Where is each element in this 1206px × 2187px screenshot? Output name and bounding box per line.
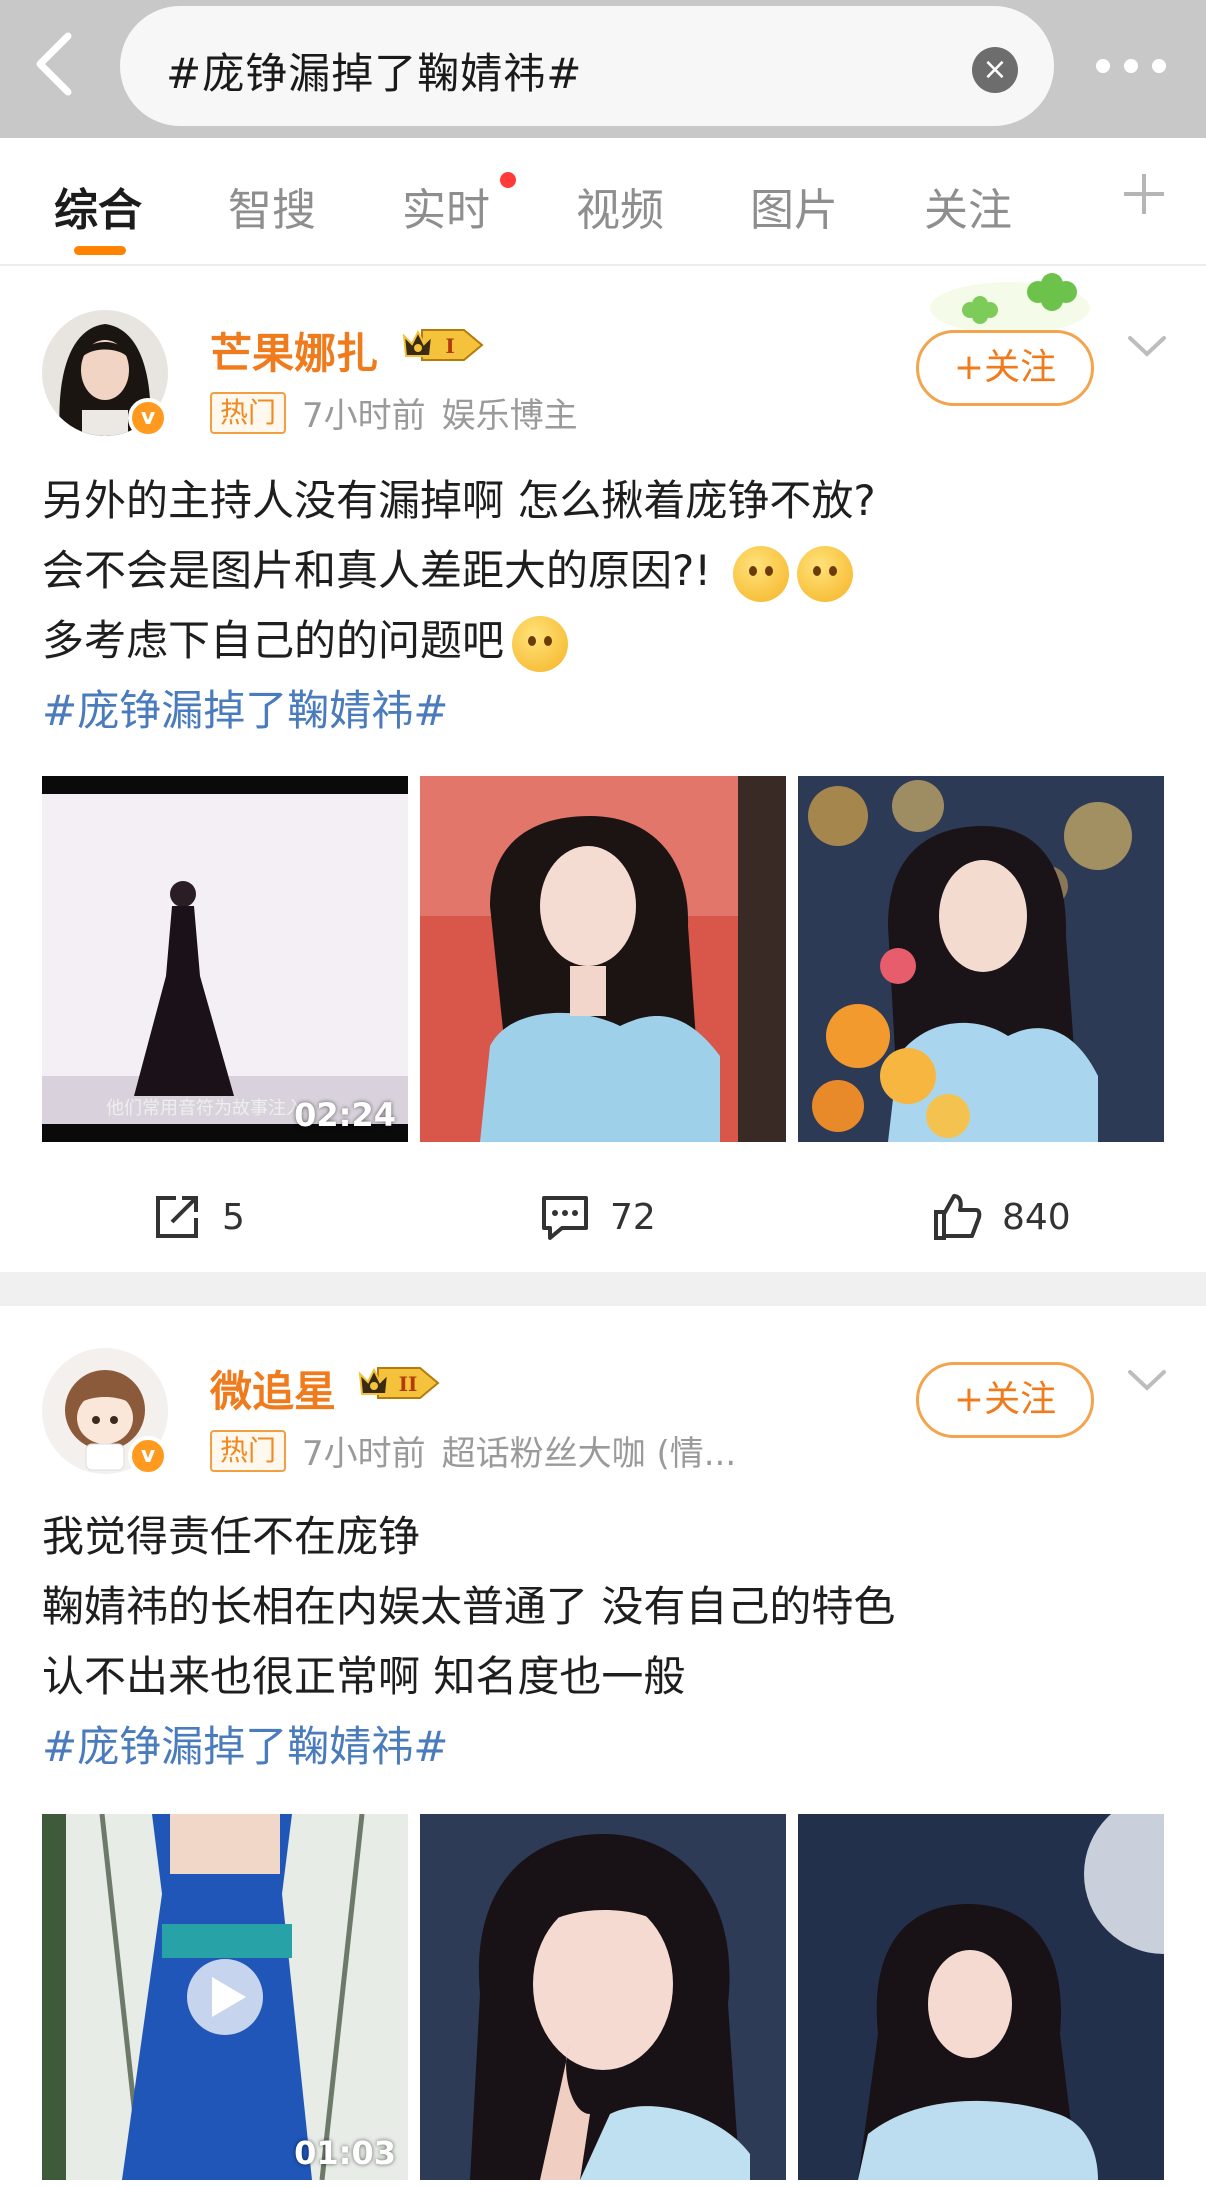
post-text: 另外的主持人没有漏掉啊 怎么揪着庞铮不放? 会不会是图片和真人差距大的原因?! …	[42, 466, 876, 746]
like-count: 840	[1002, 1196, 1071, 1238]
verified-badge-icon: v	[128, 1436, 168, 1476]
comment-count: 72	[610, 1196, 656, 1238]
more-dots-icon[interactable]	[1096, 50, 1196, 82]
clover-decoration-icon	[930, 273, 1090, 334]
post-text-line: 多考虑下自己的的问题吧	[42, 616, 505, 665]
post-time: 7小时前	[302, 396, 426, 436]
image-grid: 他们常用音符为故事注入 02:24	[42, 776, 1164, 1142]
post-source: 娱乐博主	[441, 396, 578, 436]
video-duration: 02:24	[294, 1096, 396, 1134]
username[interactable]: 微追星	[210, 1358, 336, 1419]
crown-rank-icon: II	[358, 1367, 440, 1399]
clear-icon[interactable]: ×	[972, 47, 1018, 93]
video-duration: 01:03	[294, 2134, 396, 2172]
verified-badge-icon: v	[128, 398, 168, 438]
follow-button[interactable]: +关注	[916, 1362, 1094, 1438]
post-text-line: 另外的主持人没有漏掉啊 怎么揪着庞铮不放?	[42, 476, 876, 525]
thumbs-up-icon	[934, 1194, 982, 1240]
hashtag-link[interactable]: #庞铮漏掉了鞠婧祎#	[42, 676, 876, 746]
search-input[interactable]: #庞铮漏掉了鞠婧祎# ×	[120, 6, 1054, 126]
notification-dot	[500, 172, 516, 188]
post-text-line: 会不会是图片和真人差距大的原因?!	[42, 546, 712, 595]
thinking-emoji-icon	[797, 545, 854, 602]
post-separator	[0, 1272, 1206, 1306]
tab-bar: 综合 智搜 实时 视频 图片 关注	[0, 138, 1206, 266]
image-grid: 01:03	[42, 1814, 1164, 2180]
post-text-line: 认不出来也很正常啊 知名度也一般	[42, 1652, 686, 1701]
active-tab-indicator	[74, 246, 126, 255]
post-meta: 热门 7小时前 超话粉丝大咖 (情...	[210, 1426, 736, 1475]
post-card[interactable]: v 微追星 II 热门 7小时前 超话粉丝大咖 (情... +关注 我觉得责任不…	[0, 1306, 1206, 2187]
chevron-down-icon[interactable]	[1126, 332, 1168, 360]
hashtag-link[interactable]: #庞铮漏掉了鞠婧祎#	[42, 1712, 895, 1782]
follow-button[interactable]: +关注	[916, 330, 1094, 406]
tab-video[interactable]: 视频	[576, 174, 664, 238]
search-query: #庞铮漏掉了鞠婧祎#	[166, 49, 583, 98]
chevron-left-icon[interactable]	[28, 28, 80, 100]
comment-icon	[542, 1196, 588, 1240]
rank-label: II	[399, 1372, 418, 1396]
post-image[interactable]	[420, 1814, 786, 2180]
post-time: 7小时前	[302, 1434, 426, 1474]
post-image[interactable]	[420, 776, 786, 1142]
play-icon[interactable]	[201, 1973, 249, 2021]
post-image[interactable]	[798, 1814, 1164, 2180]
post-source: 超话粉丝大咖 (情...	[441, 1434, 737, 1474]
tab-smart-search[interactable]: 智搜	[228, 174, 316, 238]
add-tab-icon[interactable]	[1122, 172, 1166, 216]
rank-label: I	[445, 334, 454, 358]
share-icon	[156, 1196, 198, 1238]
crown-rank-icon: I	[402, 329, 484, 361]
post-text-line: 鞠婧祎的长相在内娱太普通了 没有自己的特色	[42, 1582, 896, 1631]
hot-tag: 热门	[210, 1429, 287, 1472]
tab-realtime[interactable]: 实时	[402, 174, 490, 238]
thinking-emoji-icon	[733, 545, 790, 602]
chevron-down-icon[interactable]	[1126, 1366, 1168, 1394]
comment-button[interactable]: 72	[538, 1190, 656, 1244]
repost-button[interactable]: 5	[150, 1190, 245, 1244]
tab-following[interactable]: 关注	[924, 174, 1012, 238]
post-meta: 热门 7小时前 娱乐博主	[210, 388, 578, 437]
hot-tag: 热门	[210, 391, 287, 434]
post-card[interactable]: v 芒果娜扎 I 热门 7小时前 娱乐博主 +关注 另外的主持人没有漏掉啊 怎么…	[0, 268, 1206, 1272]
username[interactable]: 芒果娜扎	[210, 320, 378, 381]
like-button[interactable]: 840	[930, 1190, 1071, 1244]
tab-images[interactable]: 图片	[750, 174, 838, 238]
shush-emoji-icon	[512, 615, 569, 672]
post-actions: 5 72 840	[0, 1174, 1206, 1262]
post-text: 我觉得责任不在庞铮 鞠婧祎的长相在内娱太普通了 没有自己的特色 认不出来也很正常…	[42, 1502, 895, 1782]
post-image[interactable]	[798, 776, 1164, 1142]
search-header: #庞铮漏掉了鞠婧祎# ×	[0, 0, 1206, 138]
video-thumbnail[interactable]: 01:03	[42, 1814, 408, 2180]
tab-comprehensive[interactable]: 综合	[54, 174, 142, 238]
video-thumbnail[interactable]: 他们常用音符为故事注入 02:24	[42, 776, 408, 1142]
video-caption: 他们常用音符为故事注入	[106, 1098, 304, 1119]
repost-count: 5	[222, 1196, 245, 1238]
post-text-line: 我觉得责任不在庞铮	[42, 1512, 421, 1561]
